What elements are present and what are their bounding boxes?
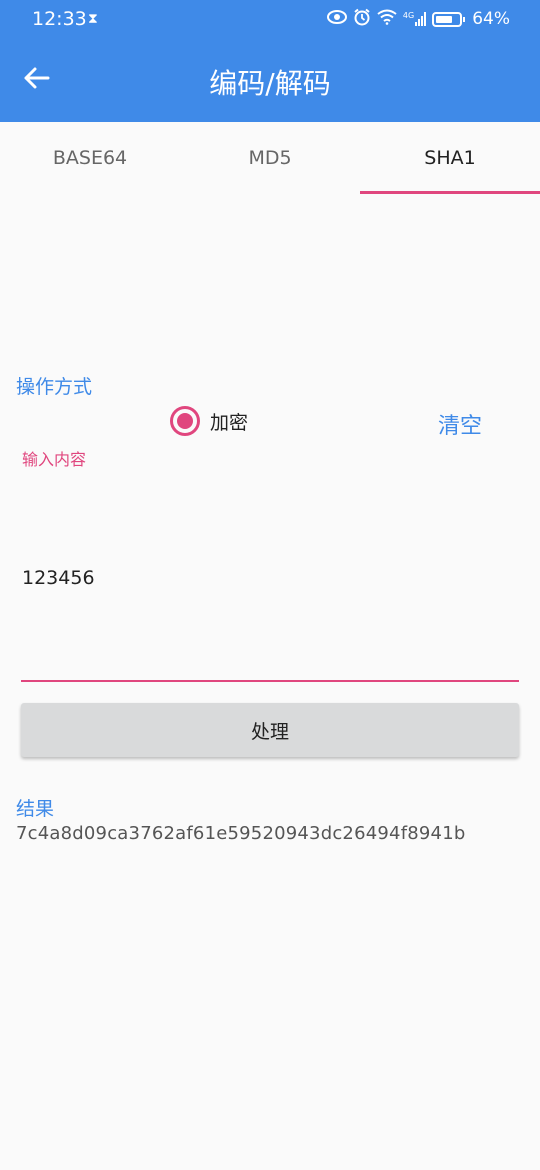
encrypt-radio-label: 加密: [210, 411, 249, 434]
signal-icon: 4G: [402, 11, 427, 26]
clear-button[interactable]: 清空: [438, 408, 482, 440]
process-button[interactable]: 处理: [21, 703, 519, 757]
status-bar: 12:33 ⧗ 4G 64%: [0, 0, 540, 38]
status-icons: 4G 64%: [326, 8, 510, 30]
network-type: 4G: [402, 11, 415, 20]
tab-base64[interactable]: BASE64: [0, 122, 180, 194]
wifi-icon: [377, 9, 397, 29]
content-input[interactable]: [22, 567, 518, 589]
encrypt-radio[interactable]: 加密: [170, 406, 248, 436]
result-label: 结果: [16, 798, 55, 820]
operation-label: 操作方式: [16, 376, 93, 398]
tab-sha1[interactable]: SHA1: [360, 122, 540, 194]
tab-bar: BASE64 MD5 SHA1: [0, 122, 540, 194]
app-bar: 编码/解码: [0, 38, 540, 122]
battery-percent: 64%: [472, 9, 510, 29]
battery-icon: [432, 11, 466, 27]
input-label: 输入内容: [22, 450, 87, 469]
page-title: 编码/解码: [209, 67, 331, 100]
tab-md5[interactable]: MD5: [180, 122, 360, 194]
eye-icon: [326, 10, 347, 28]
hourglass-icon: ⧗: [88, 11, 98, 27]
result-value: 7c4a8d09ca3762af61e59520943dc26494f8941b: [16, 823, 466, 844]
alarm-icon: [353, 8, 371, 30]
status-time: 12:33: [32, 8, 87, 30]
radio-selected-icon: [170, 406, 200, 436]
input-underline: [21, 680, 519, 682]
